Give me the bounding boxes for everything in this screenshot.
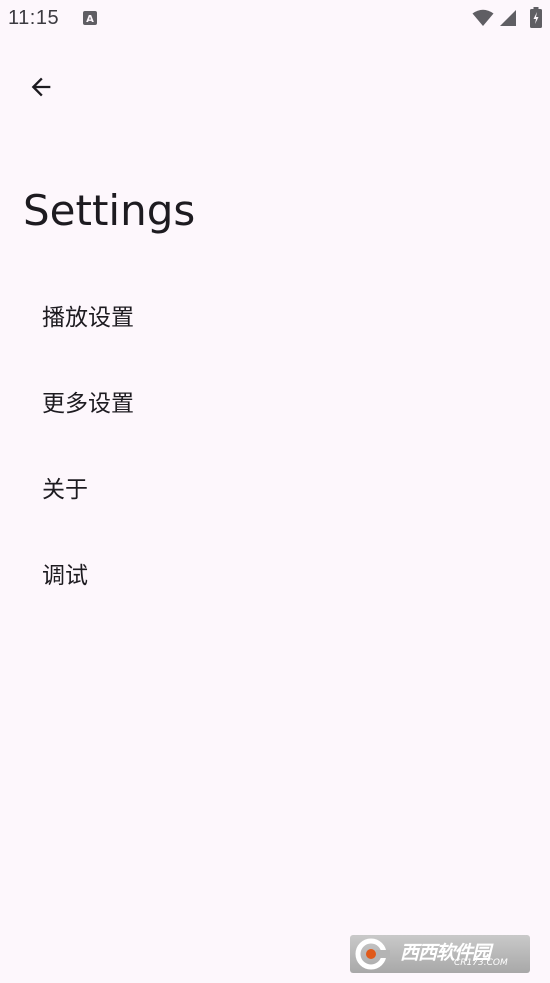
settings-item-about[interactable]: 关于 xyxy=(0,444,550,530)
svg-text:A: A xyxy=(86,14,94,25)
watermark-logo-icon xyxy=(355,938,390,970)
watermark-url: CR173.COM xyxy=(454,958,508,968)
settings-item-playback[interactable]: 播放设置 xyxy=(0,272,550,358)
wifi-icon xyxy=(472,9,494,26)
page-title: Settings xyxy=(23,186,196,235)
status-time: 11:15 xyxy=(8,7,60,29)
settings-item-debug[interactable]: 调试 xyxy=(0,530,550,616)
settings-item-label: 更多设置 xyxy=(42,391,134,417)
settings-item-label: 关于 xyxy=(42,477,88,503)
settings-item-label: 调试 xyxy=(42,563,88,589)
notification-a-icon: A xyxy=(83,11,97,25)
cellular-signal-icon xyxy=(500,10,516,26)
settings-list: 播放设置 更多设置 关于 调试 xyxy=(0,272,550,616)
arrow-left-icon xyxy=(31,77,51,97)
battery-charging-icon xyxy=(530,7,542,28)
watermark: 西西软件园 CR173.COM xyxy=(350,935,530,973)
settings-screen: 11:15 A Settings 播放设置 更多设置 关于 调试 西西软件园 C… xyxy=(0,0,550,983)
settings-item-label: 播放设置 xyxy=(42,305,134,331)
settings-item-more[interactable]: 更多设置 xyxy=(0,358,550,444)
back-button[interactable] xyxy=(17,63,65,111)
status-bar: 11:15 A xyxy=(0,0,550,40)
